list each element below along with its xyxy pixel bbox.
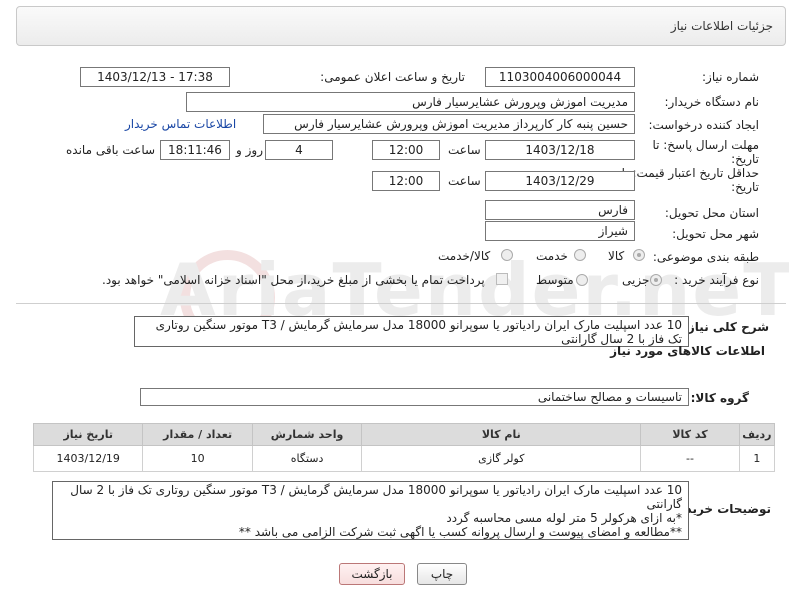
- requester-field[interactable]: حسین پنبه کار کارپرداز مدیریت اموزش وپرو…: [263, 114, 635, 134]
- deadline-time-field[interactable]: 12:00: [372, 140, 440, 160]
- validity-date-field[interactable]: 1403/12/29: [485, 171, 635, 191]
- need-number-field[interactable]: 1103004006000044: [485, 67, 635, 87]
- announce-date-label: تاریخ و ساعت اعلان عمومی:: [320, 70, 465, 84]
- process-option-medium: متوسط: [536, 273, 574, 287]
- cell-need-date: 1403/12/19: [32, 445, 144, 472]
- validity-time-field[interactable]: 12:00: [372, 171, 440, 191]
- deadline-date-field[interactable]: 1403/12/18: [485, 140, 635, 160]
- deadline-label-line2: تاریخ:: [731, 152, 759, 166]
- category-radio-goods-service[interactable]: [501, 249, 513, 261]
- remaining-time-label: ساعت باقی مانده: [66, 143, 156, 157]
- buyer-label: نام دستگاه خریدار:: [664, 95, 760, 109]
- remaining-time-field[interactable]: 18:11:46: [160, 140, 230, 160]
- col-header-quantity: تعداد / مقدار: [142, 423, 253, 446]
- validity-label-line2: تاریخ:: [731, 180, 759, 194]
- buyer-notes-line1: 10 عدد اسپلیت مارک ایران رادیاتور یا سوپ…: [70, 483, 682, 511]
- treasury-payment-checkbox[interactable]: [496, 273, 508, 285]
- buyer-notes-field[interactable]: 10 عدد اسپلیت مارک ایران رادیاتور یا سوپ…: [52, 481, 689, 540]
- process-option-minor: جزیی: [622, 273, 650, 287]
- table-header-row: ردیف کد کالا نام کالا واحد شمارش تعداد /…: [32, 423, 776, 446]
- buyer-notes-line3: **مطالعه و امضای پیوست و ارسال پروانه کس…: [238, 525, 682, 539]
- general-description-field[interactable]: 10 عدد اسپلیت مارک ایران رادیاتور یا سوپ…: [134, 316, 689, 347]
- deadline-time-label: ساعت: [448, 143, 481, 157]
- col-header-row-no: ردیف: [738, 423, 776, 446]
- days-label: روز و: [236, 143, 263, 157]
- page-title: جزئیات اطلاعات نیاز: [670, 19, 773, 33]
- buyer-field[interactable]: مدیریت اموزش وپرورش عشایرسیار فارس: [186, 92, 635, 112]
- province-label: استان محل تحویل:: [664, 206, 759, 220]
- cell-quantity: 10: [142, 445, 253, 472]
- col-header-name: نام کالا: [361, 423, 642, 446]
- deadline-label-line1: مهلت ارسال پاسخ: تا: [652, 138, 759, 152]
- col-header-need-date: تاریخ نیاز: [32, 423, 144, 446]
- process-type-label: نوع فرآیند خرید :: [674, 273, 759, 287]
- goods-group-label: گروه کالا:: [690, 391, 749, 405]
- cell-name: کولر گازی: [361, 445, 642, 472]
- need-number-label: شماره نیاز:: [702, 70, 759, 84]
- goods-group-field[interactable]: تاسیسات و مصالح ساختمانی: [140, 388, 689, 406]
- cell-unit: دستگاه: [251, 445, 363, 472]
- cell-code: --: [640, 445, 740, 472]
- province-field[interactable]: فارس: [485, 200, 635, 220]
- print-button[interactable]: چاپ: [417, 563, 467, 585]
- category-option-goods: کالا: [608, 249, 625, 263]
- buyer-notes-line2: *به ازای هرکولر 5 متر لوله مسی محاسبه گر…: [446, 511, 682, 525]
- category-label: طبقه بندی موضوعی:: [652, 250, 759, 264]
- back-button[interactable]: بازگشت: [339, 563, 405, 585]
- city-label: شهر محل تحویل:: [672, 227, 759, 241]
- table-row[interactable]: 1 -- کولر گازی دستگاه 10 1403/12/19: [32, 445, 776, 472]
- category-option-service: خدمت: [536, 249, 568, 263]
- goods-section-title: اطلاعات کالاهای مورد نیاز: [610, 344, 765, 358]
- cell-row-no: 1: [738, 445, 776, 472]
- contact-buyer-link[interactable]: اطلاعات تماس خریدار: [125, 117, 236, 131]
- category-radio-service[interactable]: [574, 249, 586, 261]
- process-radio-minor[interactable]: [650, 274, 662, 286]
- announce-date-field[interactable]: 1403/12/13 - 17:38: [80, 67, 230, 87]
- general-description-label: شرح کلی نیاز:: [683, 320, 769, 334]
- process-radio-medium[interactable]: [576, 274, 588, 286]
- header-panel: جزئیات اطلاعات نیاز: [16, 6, 786, 46]
- goods-table: ردیف کد کالا نام کالا واحد شمارش تعداد /…: [32, 423, 776, 472]
- city-field[interactable]: شیراز: [485, 221, 635, 241]
- validity-time-label: ساعت: [448, 174, 481, 188]
- validity-label-line1: حداقل تاریخ اعتبار قیمت: تا: [621, 166, 759, 180]
- treasury-payment-note: پرداخت تمام یا بخشی از مبلغ خرید،از محل …: [102, 273, 485, 287]
- category-option-goods-service: کالا/خدمت: [438, 249, 491, 263]
- col-header-unit: واحد شمارش: [251, 423, 363, 446]
- col-header-code: کد کالا: [640, 423, 740, 446]
- category-radio-goods[interactable]: [633, 249, 645, 261]
- days-remaining-field[interactable]: 4: [265, 140, 333, 160]
- requester-label: ایجاد کننده درخواست:: [648, 118, 759, 132]
- divider: [16, 303, 786, 304]
